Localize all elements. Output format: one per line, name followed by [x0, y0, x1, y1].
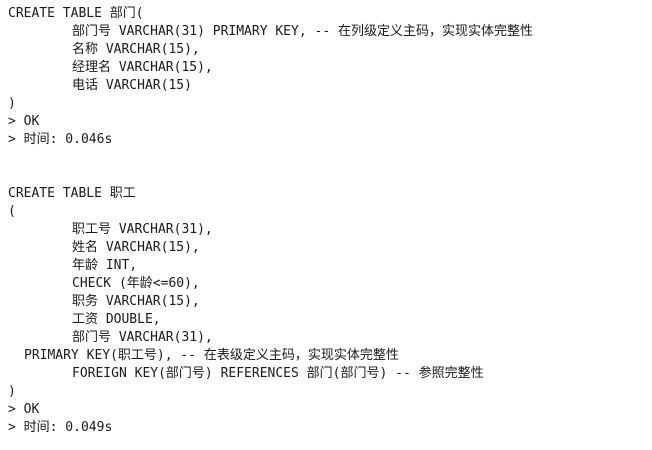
execution-time: > 时间: 0.046s — [8, 132, 113, 147]
sql-line: CREATE TABLE 部门( — [8, 6, 144, 21]
sql-line: 电话 VARCHAR(15) — [72, 78, 192, 93]
sql-line: 部门号 VARCHAR(31), — [72, 330, 213, 345]
sql-line: 部门号 VARCHAR(31) PRIMARY KEY, -- 在列级定义主码，… — [72, 24, 533, 39]
result-ok: > OK — [8, 114, 40, 129]
sql-line: CREATE TABLE 职工 — [8, 186, 136, 201]
result-ok: > OK — [8, 402, 40, 417]
sql-line: 职工号 VARCHAR(31), — [72, 222, 213, 237]
sql-console-output: CREATE TABLE 部门( 部门号 VARCHAR(31) PRIMARY… — [0, 0, 652, 450]
sql-line: FOREIGN KEY(部门号) REFERENCES 部门(部门号) -- 参… — [72, 366, 484, 381]
sql-line: ) — [8, 96, 16, 111]
sql-line: 职务 VARCHAR(15), — [72, 294, 200, 309]
sql-line: 姓名 VARCHAR(15), — [72, 240, 200, 255]
sql-line: ( — [8, 204, 16, 219]
sql-line: CHECK (年龄<=60), — [72, 276, 200, 291]
sql-line: PRIMARY KEY(职工号), -- 在表级定义主码，实现实体完整性 — [24, 348, 399, 363]
sql-line: 经理名 VARCHAR(15), — [72, 60, 213, 75]
execution-time: > 时间: 0.049s — [8, 420, 113, 435]
sql-line: ) — [8, 384, 16, 399]
sql-line: 名称 VARCHAR(15), — [72, 42, 200, 57]
sql-line: 工资 DOUBLE, — [72, 312, 161, 327]
sql-line: 年龄 INT, — [72, 258, 138, 273]
